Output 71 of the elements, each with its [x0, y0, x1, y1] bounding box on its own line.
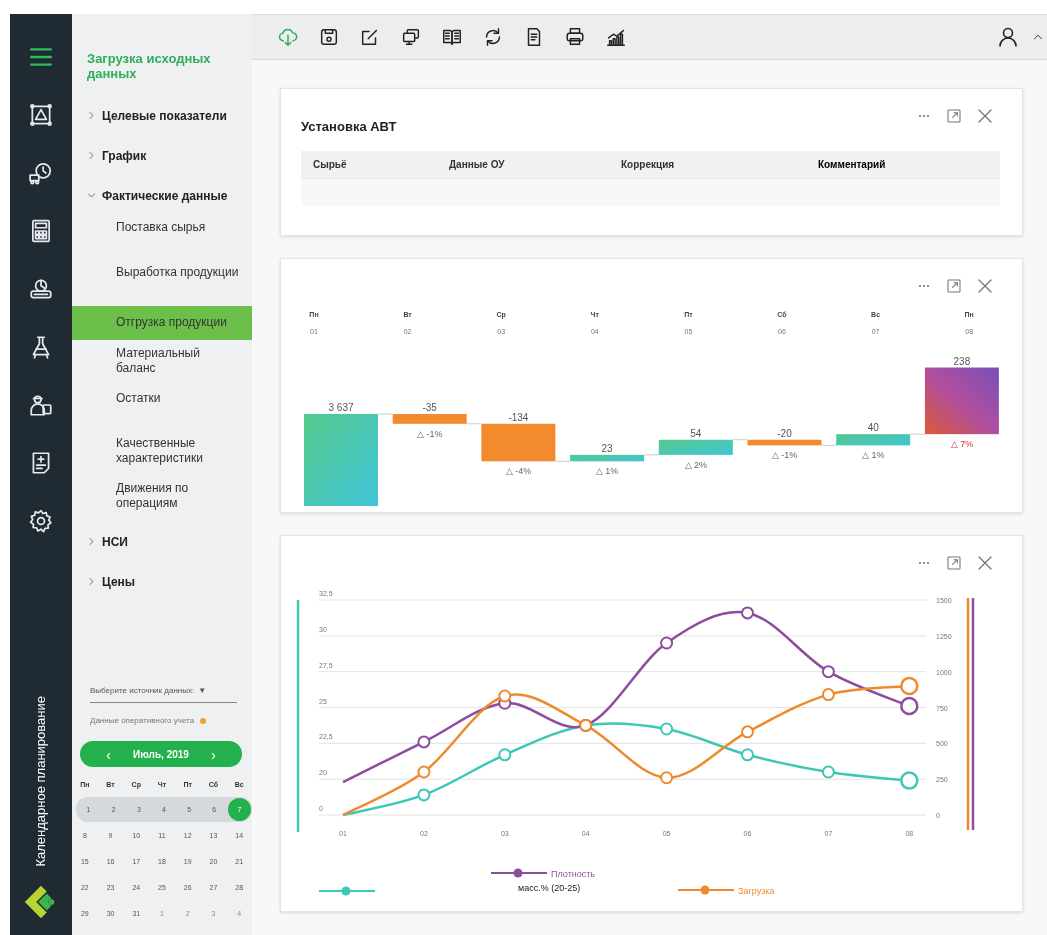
- delta-label: △ -1%: [416, 428, 443, 439]
- settings-icon[interactable]: [28, 508, 54, 534]
- source-dropdown[interactable]: Выберите источник данных: ▼: [90, 685, 237, 703]
- data-point: [741, 725, 754, 739]
- data-point: [821, 765, 835, 779]
- value-label: 40: [867, 422, 879, 434]
- column-header: Данные ОУ: [449, 158, 506, 172]
- column-header: Комментарий: [818, 158, 887, 172]
- data-point: [900, 771, 919, 790]
- delta-label: △ 1%: [861, 450, 885, 461]
- delta-label: △ 1%: [595, 466, 619, 477]
- triangle-frame-icon[interactable]: [28, 102, 54, 128]
- value-label: 23: [601, 442, 613, 454]
- delta-label: △ -4%: [505, 466, 532, 477]
- month-title: Июль, 2019: [133, 747, 189, 762]
- expand-icon[interactable]: [946, 108, 962, 124]
- value-label: -20: [777, 427, 792, 439]
- delta-label: △ 2%: [684, 459, 708, 470]
- save-icon[interactable]: [318, 26, 340, 48]
- data-point: [900, 696, 919, 716]
- worker-icon[interactable]: [28, 392, 54, 418]
- data-point: [417, 735, 431, 749]
- sidebar-item[interactable]: Остатки: [72, 386, 252, 432]
- data-point: [498, 748, 512, 762]
- sidebar-item[interactable]: Движения по операциям: [72, 476, 252, 522]
- sidebar-section[interactable]: Целевые показатели: [72, 95, 252, 136]
- data-point: [741, 606, 754, 620]
- data-point: [821, 688, 835, 702]
- legend-label: Загрузка: [738, 886, 775, 896]
- monitor-icon[interactable]: [400, 26, 422, 48]
- data-point: [821, 665, 835, 679]
- sidebar-section[interactable]: Цены: [72, 561, 252, 602]
- value-label: -134: [508, 411, 529, 423]
- sidebar-item[interactable]: Отгрузка продукции: [72, 305, 252, 340]
- value-label: 3 637: [328, 402, 354, 413]
- sidebar-item[interactable]: Качественные характеристики: [72, 431, 252, 477]
- data-point: [498, 689, 512, 703]
- data-point: [900, 676, 919, 696]
- clock-truck-icon[interactable]: [28, 160, 54, 186]
- sidebar-section[interactable]: НСИ: [72, 521, 252, 562]
- user-icon[interactable]: [996, 25, 1020, 49]
- data-point: [660, 636, 674, 650]
- sidebar-item[interactable]: Поставка сырья: [72, 215, 252, 261]
- printer-icon[interactable]: [564, 26, 586, 48]
- sidebar-section[interactable]: Фактические данные: [72, 175, 252, 216]
- delta-label: △ -1%: [771, 450, 798, 461]
- sidebar-item[interactable]: Выработка продукции: [72, 260, 252, 306]
- legend-label: масс.% (20-25): [518, 883, 581, 893]
- data-point: [417, 788, 431, 802]
- data-point: [660, 722, 674, 736]
- data-point: [417, 765, 431, 779]
- sidebar-section[interactable]: График: [72, 135, 252, 176]
- column-header: Коррекция: [621, 158, 676, 172]
- expand-icon[interactable]: [946, 555, 962, 571]
- sidebar-item[interactable]: Материальный баланс: [72, 341, 252, 387]
- data-point: [660, 771, 674, 785]
- value-label: 238: [953, 355, 971, 367]
- value-label: -35: [422, 402, 437, 413]
- sidebar-caption: Календарное планирование: [32, 696, 50, 867]
- data-point: [741, 748, 754, 762]
- expand-icon[interactable]: [946, 278, 962, 294]
- delta-label: △ 7%: [950, 439, 974, 450]
- close-icon[interactable]: [976, 554, 994, 572]
- card-title: Установка АВТ: [301, 118, 397, 137]
- close-icon[interactable]: [976, 107, 994, 125]
- source-value: Данные оперативного учета: [90, 715, 195, 727]
- value-label: 54: [690, 427, 702, 439]
- column-header: Сырьё: [313, 158, 348, 172]
- legend-label: Плотность: [551, 869, 596, 879]
- sidebar-title: Загрузка исходных данных: [86, 52, 212, 82]
- close-icon[interactable]: [976, 277, 994, 295]
